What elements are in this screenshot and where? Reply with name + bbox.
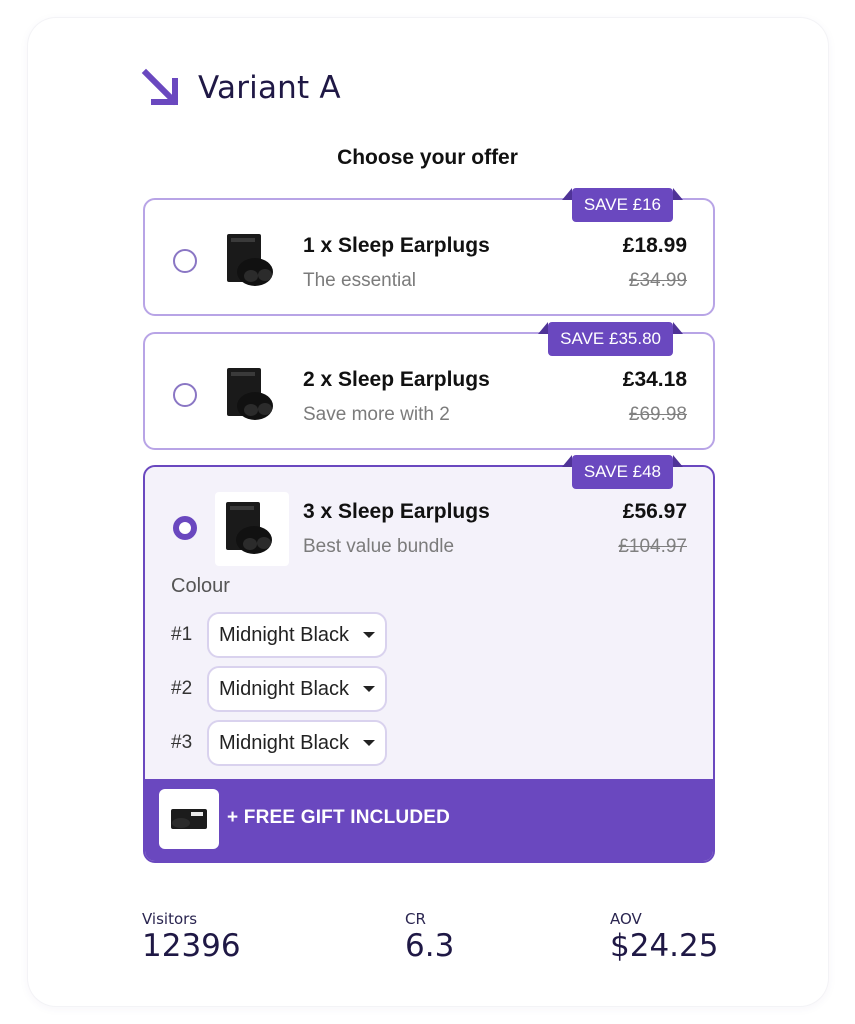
variant-title: Variant A xyxy=(198,70,341,106)
offer-title: 3 x Sleep Earplugs xyxy=(303,500,490,523)
offer-price: £34.18 xyxy=(622,368,687,391)
caret-down-icon xyxy=(363,632,375,638)
colour-label: Colour xyxy=(171,575,230,597)
free-gift-banner: + FREE GIFT INCLUDED xyxy=(145,779,713,861)
offer-price: £56.97 xyxy=(622,500,687,523)
colour-row-2: #2 Midnight Black xyxy=(171,666,387,712)
offer-radio-selected[interactable] xyxy=(173,516,197,540)
offer-price: £18.99 xyxy=(622,234,687,257)
stat-visitors: Visitors 12396 xyxy=(142,910,241,964)
offer-title: 1 x Sleep Earplugs xyxy=(303,234,490,257)
colour-select-3[interactable]: Midnight Black xyxy=(207,720,387,766)
stat-aov: AOV $24.25 xyxy=(610,910,718,964)
stat-value: 12396 xyxy=(142,928,241,964)
caret-down-icon xyxy=(363,740,375,746)
stat-label: AOV xyxy=(610,910,642,928)
colour-row-number: #3 xyxy=(171,732,193,753)
offer-radio[interactable] xyxy=(173,249,197,273)
colour-row-number: #1 xyxy=(171,624,193,645)
colour-row-number: #2 xyxy=(171,678,193,699)
save-badge: SAVE £16 xyxy=(561,188,684,222)
offer-old-price: £69.98 xyxy=(628,404,687,425)
offer-title: 2 x Sleep Earplugs xyxy=(303,368,490,391)
earplugs-product-icon xyxy=(227,368,273,420)
gift-thumbnail xyxy=(159,789,219,849)
product-thumbnail xyxy=(215,492,289,566)
colour-row-1: #1 Midnight Black xyxy=(171,612,387,658)
stat-cr: CR 6.3 xyxy=(405,910,454,964)
offer-subtitle: The essential xyxy=(303,270,417,291)
offer-card-2[interactable]: SAVE £35.80 2 x Sleep Earplugs Save more… xyxy=(143,322,715,450)
offer-heading: Choose your offer xyxy=(337,146,518,169)
save-badge: SAVE £48 xyxy=(561,455,684,489)
save-badge: SAVE £35.80 xyxy=(538,322,683,356)
variant-header: Variant A xyxy=(140,60,341,116)
caret-down-icon xyxy=(363,686,375,692)
gift-product-icon xyxy=(171,809,207,829)
free-gift-label: + FREE GIFT INCLUDED xyxy=(227,807,451,828)
earplugs-product-icon xyxy=(226,502,272,554)
colour-select-value: Midnight Black xyxy=(219,731,350,754)
earplugs-product-icon xyxy=(227,234,273,286)
offer-card-3[interactable]: SAVE £48 3 x Sleep Earplugs Best value b… xyxy=(143,455,715,863)
colour-row-3: #3 Midnight Black xyxy=(171,720,387,766)
offer-subtitle: Best value bundle xyxy=(303,536,455,557)
offer-radio[interactable] xyxy=(173,383,197,407)
offer-old-price: £104.97 xyxy=(618,536,687,557)
arrow-down-right-icon xyxy=(141,68,179,106)
colour-select-value: Midnight Black xyxy=(219,677,350,700)
stat-label: CR xyxy=(405,910,426,928)
offer-subtitle: Save more with 2 xyxy=(303,404,450,425)
colour-select-1[interactable]: Midnight Black xyxy=(207,612,387,658)
colour-select-value: Midnight Black xyxy=(219,623,350,646)
stat-label: Visitors xyxy=(142,910,198,928)
colour-select-2[interactable]: Midnight Black xyxy=(207,666,387,712)
stat-value: $24.25 xyxy=(610,928,719,964)
stat-value: 6.3 xyxy=(405,928,455,964)
offer-old-price: £34.99 xyxy=(628,270,687,291)
offer-card-1[interactable]: SAVE £16 1 x Sleep Earplugs The essentia… xyxy=(143,188,715,316)
